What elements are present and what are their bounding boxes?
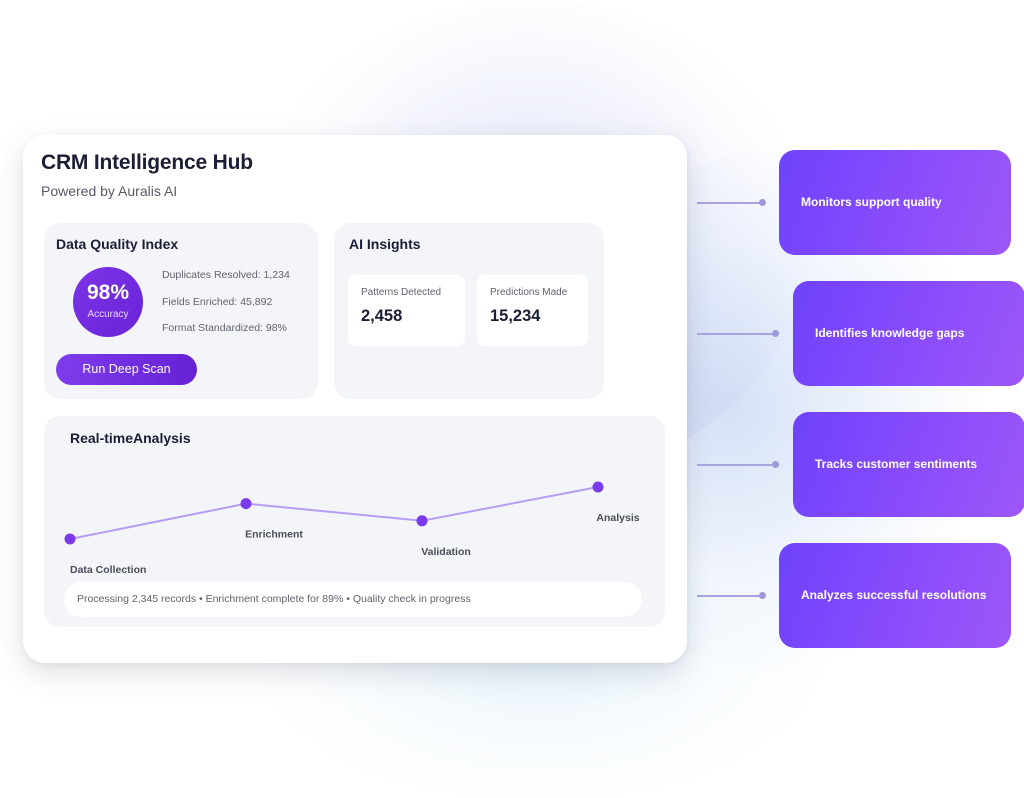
- pipeline-point-data-collection[interactable]: [64, 533, 76, 545]
- feature-card-tracks-customer-sentiments[interactable]: Tracks customer sentiments: [793, 412, 1024, 517]
- connector-line: [697, 202, 760, 204]
- connector-line: [697, 464, 773, 466]
- patterns-detected-value: 2,458: [361, 307, 403, 325]
- connector-line: [697, 333, 773, 335]
- connector-dot: [772, 461, 779, 468]
- predictions-made-card: Predictions Made 15,234: [477, 275, 588, 346]
- run-deep-scan-button[interactable]: Run Deep Scan: [56, 354, 197, 385]
- processing-status: Processing 2,345 records • Enrichment co…: [64, 582, 642, 617]
- accuracy-badge: 98% Accuracy: [73, 267, 143, 337]
- ai-insights-title: AI Insights: [349, 236, 421, 252]
- data-quality-panel: Data Quality Index 98% Accuracy Duplicat…: [44, 223, 318, 399]
- hub-subtitle: Powered by Auralis AI: [41, 183, 178, 199]
- pipeline-label-analysis: Analysis: [596, 512, 639, 524]
- pipeline-point-enrichment[interactable]: [240, 498, 252, 510]
- pipeline-point-analysis[interactable]: [592, 481, 604, 493]
- predictions-made-label: Predictions Made: [490, 287, 568, 298]
- connector-dot: [759, 592, 766, 599]
- ai-insights-panel: AI Insights Patterns Detected 2,458 Pred…: [334, 223, 604, 399]
- data-quality-title: Data Quality Index: [56, 236, 179, 252]
- accuracy-label: Accuracy: [87, 309, 129, 320]
- data-quality-stats: Duplicates Resolved: 1,234 Fields Enrich…: [162, 269, 290, 349]
- stat-format-standardized: Format Standardized: 98%: [162, 322, 287, 334]
- pipeline-label-validation: Validation: [421, 546, 471, 558]
- patterns-detected-label: Patterns Detected: [361, 287, 442, 298]
- feature-card-monitors-support-quality[interactable]: Monitors support quality: [779, 150, 1011, 255]
- feature-card-analyzes-successful-resolutions[interactable]: Analyzes successful resolutions: [779, 543, 1011, 648]
- connector-dot: [759, 199, 766, 206]
- connector-dot: [772, 330, 779, 337]
- stat-duplicates-resolved: Duplicates Resolved: 1,234: [162, 269, 290, 281]
- hub-title: CRM Intelligence Hub: [41, 151, 253, 174]
- connector-line: [697, 595, 760, 597]
- pipeline-label-data-collection: Data Collection: [70, 564, 146, 576]
- patterns-detected-card: Patterns Detected 2,458: [348, 275, 465, 346]
- pipeline-chart: Data Collection Enrichment Validation Analy…: [64, 481, 640, 576]
- stat-fields-enriched: Fields Enriched: 45,892: [162, 295, 273, 308]
- feature-card-identifies-knowledge-gaps[interactable]: Identifies knowledge gaps: [793, 281, 1024, 386]
- pipeline-line: [69, 486, 599, 540]
- realtime-analysis-panel: Real-timeAnalysis Data Collection Enrichm…: [44, 416, 665, 627]
- pipeline-point-validation[interactable]: [416, 515, 428, 527]
- accuracy-value: 98%: [86, 281, 130, 304]
- pipeline-label-enrichment: Enrichment: [245, 529, 303, 541]
- predictions-made-value: 15,234: [490, 307, 541, 325]
- crm-hub-card: CRM Intelligence Hub Powered by Auralis …: [23, 135, 687, 663]
